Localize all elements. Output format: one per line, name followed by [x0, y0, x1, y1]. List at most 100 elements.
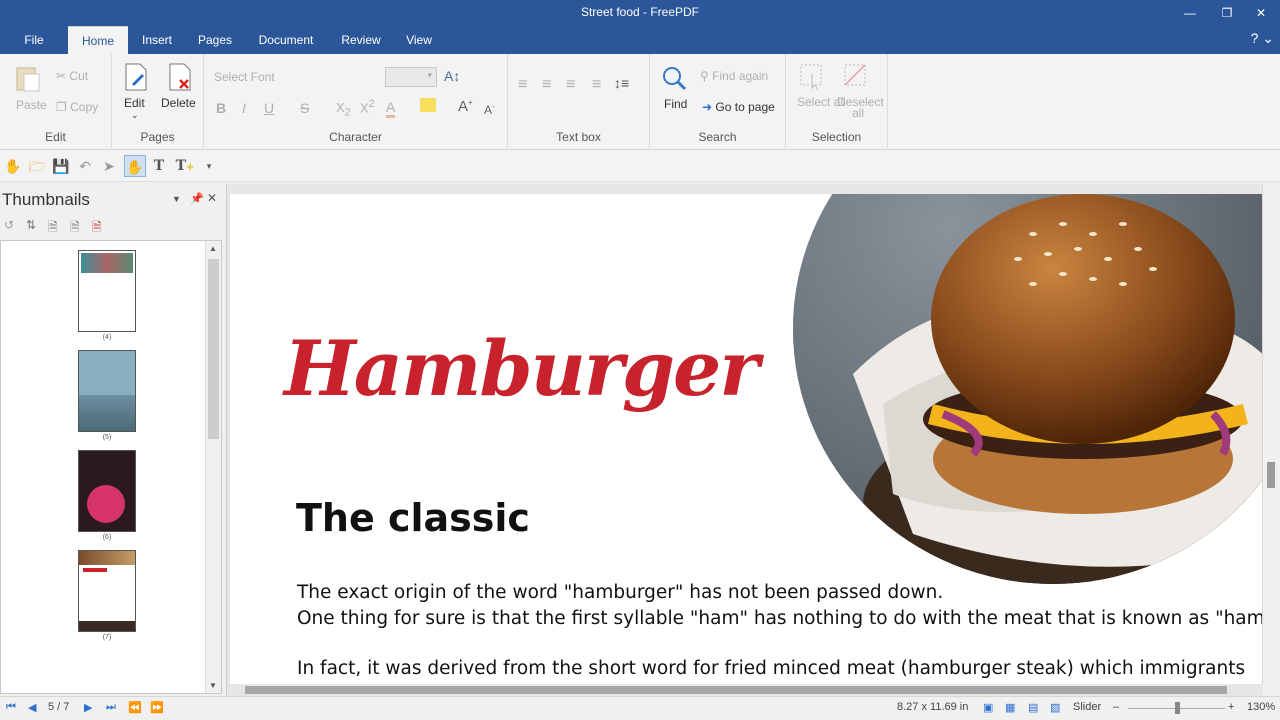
line-spacing-icon[interactable]: ↕≡ [614, 75, 629, 91]
align-left-icon[interactable]: ≡ [518, 76, 527, 94]
text-tool-icon[interactable]: T [148, 155, 170, 177]
highlight-icon[interactable] [420, 98, 436, 112]
pan-icon[interactable]: ✋ [2, 155, 24, 177]
paste-button[interactable]: Paste [16, 98, 47, 112]
grow-font-icon[interactable]: A+ [458, 98, 473, 115]
insert-page-icon[interactable]: 🗎 [48, 218, 58, 239]
copy-icon: ❐ [56, 100, 67, 114]
next-page-icon[interactable]: ▶ [84, 701, 92, 714]
burger-image [793, 194, 1262, 584]
text-size-adjust-icon[interactable]: A↕ [444, 68, 460, 84]
close-button[interactable]: ✕ [1244, 0, 1278, 26]
thumbnail-page[interactable] [78, 450, 136, 532]
page-size: 8.27 x 11.69 in [897, 701, 969, 713]
bold-icon[interactable]: B [216, 100, 226, 116]
align-right-icon[interactable]: ≡ [566, 76, 575, 94]
cut-button[interactable]: ✂ Cut [56, 69, 88, 83]
find-again-button[interactable]: ⚲ Find again [700, 69, 768, 83]
continuous-view-icon[interactable]: ▤ [1028, 701, 1038, 714]
two-page-view-icon[interactable]: ▦ [1005, 701, 1015, 714]
find-button[interactable]: Find [664, 97, 687, 111]
copy-button[interactable]: ❐ Copy [56, 100, 98, 114]
tab-review[interactable]: Review [334, 26, 388, 54]
subscript-icon[interactable]: X2 [336, 100, 351, 119]
delete-page-icon[interactable]: 🗎 [92, 218, 102, 239]
rotate-icon[interactable]: ↺ [4, 218, 14, 232]
group-label-edit: Edit [45, 130, 66, 144]
font-select[interactable]: Select Font [214, 70, 275, 84]
thumbnail-scrollbar[interactable]: ▲ ▼ [205, 241, 221, 693]
superscript-icon[interactable]: X2 [360, 98, 375, 115]
pin-icon[interactable]: 📌 [190, 192, 204, 205]
zoom-slider-thumb[interactable] [1174, 702, 1180, 714]
thumbnail-page[interactable] [78, 550, 136, 632]
font-size-select[interactable]: ▾ [385, 67, 437, 87]
thumbnail-page[interactable] [78, 250, 136, 332]
deselect-all-button[interactable]: Deselect all [837, 96, 884, 119]
undo-icon[interactable]: ↶ [74, 155, 96, 177]
thumbnail-image [87, 485, 125, 523]
hand-tool-icon[interactable]: ✋ [124, 155, 146, 177]
tab-home[interactable]: Home [68, 26, 128, 54]
delete-page-icon [169, 63, 191, 91]
add-text-icon[interactable]: T+ [174, 155, 196, 177]
delete-button[interactable]: Delete [161, 96, 196, 110]
edit-page-icon [125, 63, 147, 91]
scrollbar-thumb[interactable] [245, 686, 1227, 694]
document-horizontal-scrollbar[interactable] [227, 684, 1263, 696]
scroll-up-icon[interactable]: ▲ [209, 244, 217, 253]
open-folder-icon[interactable]: 🗁 [26, 155, 48, 177]
save-icon[interactable]: 💾 [50, 155, 72, 177]
group-label-character: Character [329, 130, 382, 144]
tab-insert[interactable]: Insert [134, 26, 180, 54]
first-page-icon[interactable]: ⏮ [6, 701, 16, 714]
copy-label: Copy [70, 100, 99, 114]
strikethrough-icon[interactable]: S [300, 100, 309, 116]
underline-icon[interactable]: U [264, 100, 274, 116]
extract-pages-icon[interactable]: ⇅ [26, 218, 36, 232]
document-vertical-scrollbar[interactable] [1262, 184, 1280, 696]
thumbnail-page[interactable] [78, 350, 136, 432]
back-icon[interactable]: ⏪ [128, 701, 142, 714]
thumbnail-label: (6) [102, 534, 112, 541]
select-cursor-icon[interactable]: ➤ [98, 155, 120, 177]
restore-button[interactable]: ❐ [1210, 0, 1244, 26]
thumbnail-image [79, 395, 135, 431]
replace-page-icon[interactable]: 🗎 [70, 218, 80, 239]
close-panel-icon[interactable]: ✕ [207, 191, 217, 205]
tab-view[interactable]: View [398, 26, 440, 54]
font-color-icon[interactable]: A [386, 99, 396, 118]
scrollbar-thumb[interactable] [208, 259, 219, 439]
scrollbar-thumb[interactable] [1267, 462, 1275, 488]
last-page-icon[interactable]: ⏭ [106, 701, 116, 714]
shrink-font-icon[interactable]: A- [484, 102, 495, 117]
hamburger-logo-text: Hamburger [284, 324, 759, 413]
zoom-out-icon[interactable]: – [1113, 701, 1119, 713]
page-indicator[interactable]: 5 / 7 [48, 701, 69, 713]
scroll-down-icon[interactable]: ▼ [209, 681, 217, 690]
forward-icon[interactable]: ⏩ [150, 701, 164, 714]
thumbnail-label: (4) [102, 334, 112, 341]
previous-page-icon[interactable]: ◀ [28, 701, 36, 714]
group-edit: Paste ✂ Cut ❐ Copy Edit [0, 54, 112, 150]
justify-icon[interactable]: ≡ [592, 76, 601, 94]
edit-dropdown-icon[interactable]: ⌄ [131, 110, 139, 121]
tab-file[interactable]: File [14, 26, 54, 54]
panel-menu-icon[interactable]: ▼ [172, 194, 181, 204]
go-to-page-button[interactable]: ➜ Go to page [702, 100, 775, 114]
status-bar: ⏮ ◀ 5 / 7 ▶ ⏭ ⏪ ⏩ 8.27 x 11.69 in ▣ ▦ ▤ … [0, 696, 1280, 720]
tab-document[interactable]: Document [250, 26, 322, 54]
group-label-textbox: Text box [556, 130, 601, 144]
edit-button[interactable]: Edit [124, 96, 145, 110]
minimize-button[interactable]: — [1173, 0, 1207, 26]
align-center-icon[interactable]: ≡ [542, 76, 551, 94]
fit-width-icon[interactable]: ▧ [1050, 701, 1060, 714]
zoom-slider[interactable] [1128, 702, 1225, 714]
italic-icon[interactable]: I [242, 100, 246, 116]
tab-pages[interactable]: Pages [192, 26, 238, 54]
zoom-in-icon[interactable]: + [1228, 701, 1234, 713]
help-icon[interactable]: ? ⌄ [1251, 30, 1274, 47]
customize-toolbar-icon[interactable]: ▾ [198, 155, 220, 177]
group-label-selection: Selection [811, 130, 862, 144]
single-page-view-icon[interactable]: ▣ [983, 701, 993, 714]
